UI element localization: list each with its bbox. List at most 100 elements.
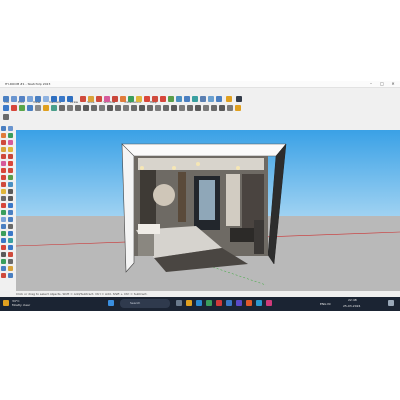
sidebar-followme-icon[interactable]: [8, 175, 13, 180]
arc-icon[interactable]: [104, 96, 110, 102]
pan-icon[interactable]: [19, 96, 25, 102]
edge-icon[interactable]: [196, 300, 202, 306]
office-icon[interactable]: [246, 300, 252, 306]
sidebar-extra3-icon[interactable]: [1, 252, 6, 257]
extension-icon[interactable]: [216, 96, 222, 102]
sidebar-extra2-icon[interactable]: [8, 245, 13, 250]
weather-icon[interactable]: [3, 300, 9, 306]
sidebar-protractor-icon[interactable]: [1, 196, 6, 201]
sidebar-pan-icon[interactable]: [8, 210, 13, 215]
sidebar-rotate-icon[interactable]: [1, 175, 6, 180]
sidebar-3dtext-icon[interactable]: [8, 203, 13, 208]
top-view-icon[interactable]: [51, 96, 57, 102]
subtract-icon[interactable]: [211, 105, 217, 111]
store-icon[interactable]: [226, 300, 232, 306]
xray-icon[interactable]: [3, 105, 9, 111]
sidebar-pushpull-icon[interactable]: [8, 168, 13, 173]
sidebar-extra5-icon[interactable]: [1, 259, 6, 264]
search-input[interactable]: Search: [120, 299, 170, 308]
offset-icon[interactable]: [184, 96, 190, 102]
section-icon[interactable]: [192, 96, 198, 102]
sidebar-eraser-icon[interactable]: [1, 133, 6, 138]
stamp-icon[interactable]: [163, 105, 169, 111]
shadows-icon[interactable]: [99, 105, 105, 111]
split-icon[interactable]: [227, 105, 233, 111]
intersect-icon[interactable]: [195, 105, 201, 111]
sidebar-zoom-extents-icon[interactable]: [1, 224, 6, 229]
sidebar-extra4-icon[interactable]: [8, 252, 13, 257]
trim-icon[interactable]: [219, 105, 225, 111]
minimize-button[interactable]: –: [366, 81, 376, 87]
sidebar-extra6-icon[interactable]: [8, 259, 13, 264]
component-icon[interactable]: [200, 96, 206, 102]
select-icon[interactable]: [3, 96, 9, 102]
app-icon[interactable]: [266, 300, 272, 306]
maximize-button[interactable]: □: [377, 81, 387, 87]
clock-date[interactable]: 25-03-2024: [343, 304, 360, 308]
sketchup-icon[interactable]: [216, 300, 222, 306]
rotate-icon[interactable]: [160, 96, 166, 102]
drape-icon[interactable]: [171, 105, 177, 111]
add-detail-icon[interactable]: [187, 105, 193, 111]
sidebar-scale-icon[interactable]: [1, 182, 6, 187]
sidebar-walk-icon[interactable]: [1, 238, 6, 243]
back-edges-icon[interactable]: [11, 105, 17, 111]
close-button[interactable]: ✕: [388, 81, 398, 87]
sidebar-arc-icon[interactable]: [1, 161, 6, 166]
clock-time[interactable]: 22:48: [348, 298, 357, 302]
sidebar-polygon-icon[interactable]: [8, 154, 13, 159]
hidden-line-icon[interactable]: [27, 105, 33, 111]
rectangle-icon[interactable]: [88, 96, 94, 102]
fog-icon[interactable]: [107, 105, 113, 111]
flip-edge-icon[interactable]: [179, 105, 185, 111]
sidebar-component-icon[interactable]: [8, 126, 13, 131]
sidebar-extra1-icon[interactable]: [1, 245, 6, 250]
sidebar-extra10-icon[interactable]: [8, 273, 13, 278]
sidebar-extra9-icon[interactable]: [1, 273, 6, 278]
shaded-textures-icon[interactable]: [43, 105, 49, 111]
orbit-icon[interactable]: [11, 96, 17, 102]
iso-view-icon[interactable]: [43, 96, 49, 102]
user-icon[interactable]: [236, 96, 242, 102]
sidebar-line-icon[interactable]: [1, 140, 6, 145]
sun-icon[interactable]: [226, 96, 232, 102]
sidebar-orbit-icon[interactable]: [1, 210, 6, 215]
task-view-icon[interactable]: [176, 300, 182, 306]
wireframe-icon[interactable]: [19, 105, 25, 111]
sidebar-freehand-icon[interactable]: [8, 140, 13, 145]
push-pull-icon[interactable]: [152, 96, 158, 102]
section-cut-icon[interactable]: [131, 105, 137, 111]
sidebar-circle-icon[interactable]: [1, 154, 6, 159]
sidebar-zoom-icon[interactable]: [1, 217, 6, 222]
sidebar-section-icon[interactable]: [8, 238, 13, 243]
sidebar-text-icon[interactable]: [8, 196, 13, 201]
right-view-icon[interactable]: [67, 96, 73, 102]
layers-icon[interactable]: [59, 105, 65, 111]
model-viewport[interactable]: [16, 130, 400, 294]
zoom-extents-icon[interactable]: [35, 96, 41, 102]
sidebar-select-icon[interactable]: [1, 126, 6, 131]
section-fill-icon[interactable]: [139, 105, 145, 111]
sidebar-offset-icon[interactable]: [8, 182, 13, 187]
start-icon[interactable]: [108, 300, 114, 306]
section-plane-icon[interactable]: [115, 105, 121, 111]
monochrome-icon[interactable]: [51, 105, 57, 111]
warehouse-icon[interactable]: [208, 96, 214, 102]
materials-icon[interactable]: [75, 105, 81, 111]
sidebar-paint-icon[interactable]: [8, 133, 13, 138]
scenes-icon[interactable]: [91, 105, 97, 111]
sidebar-position-camera-icon[interactable]: [1, 231, 6, 236]
sidebar-zoom-window-icon[interactable]: [8, 217, 13, 222]
polygon-icon[interactable]: [112, 96, 118, 102]
sidebar-axes-icon[interactable]: [1, 203, 6, 208]
front-view-icon[interactable]: [59, 96, 65, 102]
mail-icon[interactable]: [256, 300, 262, 306]
sidebar-pie-icon[interactable]: [8, 161, 13, 166]
sandbox-icon[interactable]: [147, 105, 153, 111]
file-explorer-icon[interactable]: [186, 300, 192, 306]
sidebar-tape-icon[interactable]: [1, 189, 6, 194]
sidebar-extra8-icon[interactable]: [8, 266, 13, 271]
sidebar-dimension-icon[interactable]: [8, 189, 13, 194]
render-icon[interactable]: [235, 105, 241, 111]
shaded-icon[interactable]: [35, 105, 41, 111]
